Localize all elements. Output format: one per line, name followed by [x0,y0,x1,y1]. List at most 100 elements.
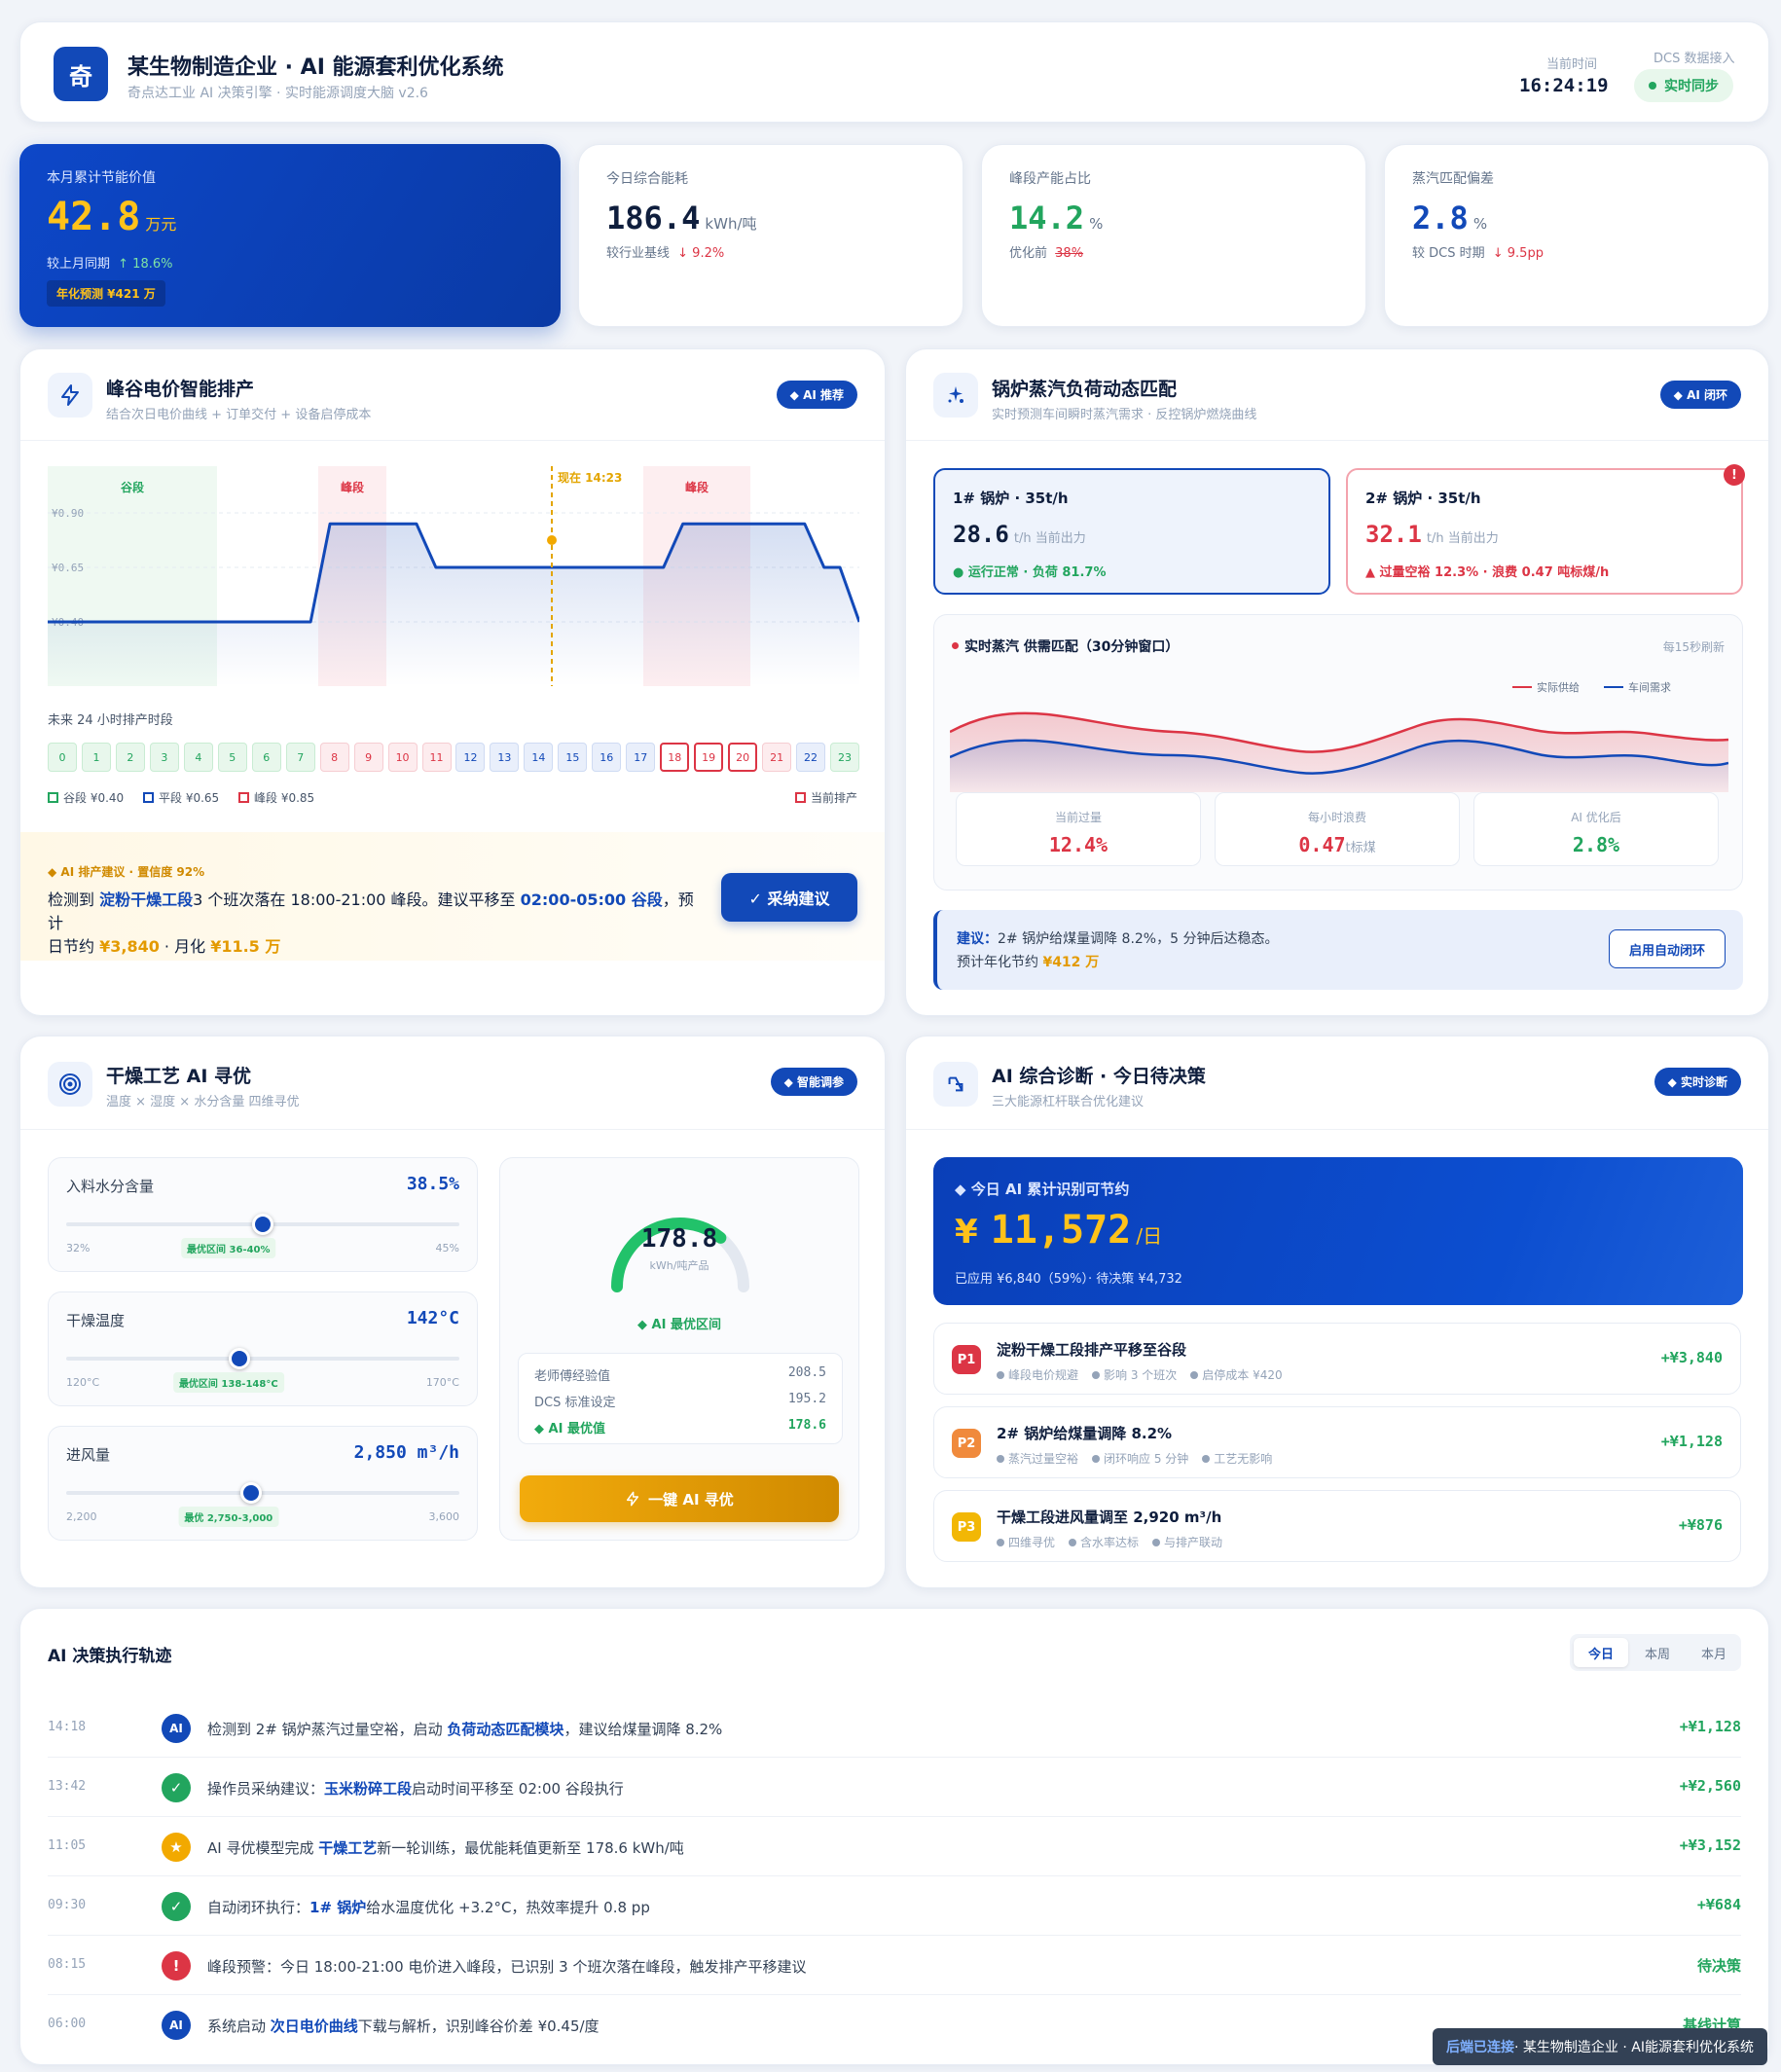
schedule-slot-1[interactable]: 1 [81,743,111,772]
moisture-value: 38.5% [406,1174,459,1194]
timeline-link[interactable]: 1# 锅炉 [309,1899,366,1916]
boiler-1-card[interactable]: 1# 锅炉 · 35t/h 28.6 t/h 当前出力 ● 运行正常 · 负荷 … [933,468,1330,595]
airflow-min: 2,200 [66,1510,97,1523]
boiler-steam-panel: 锅炉蒸汽负荷动态匹配 实时预测车间瞬时蒸汽需求 · 反控锅炉燃烧曲线 ◆ AI … [905,348,1769,1016]
temperature-slider-thumb[interactable] [228,1348,250,1369]
schedule-slot-14[interactable]: 14 [524,743,554,772]
target-icon [48,1062,92,1107]
schedule-slot-18[interactable]: 18 [660,743,690,772]
boiler-2-card[interactable]: 2# 锅炉 · 35t/h 32.1 t/h 当前出力 ▲ 过量空裕 12.3%… [1346,464,1745,595]
decision-amount: +¥3,840 [1660,1349,1723,1366]
schedule-slot-8[interactable]: 8 [319,743,349,772]
timeline-text: 操作员采纳建议：玉米粉碎工段启动时间平移至 02:00 谷段执行 [207,1780,624,1798]
kpi-savings-label: 本月累计节能价值 [47,170,156,186]
timeline-amount: +¥1,128 [1679,1718,1741,1735]
timeline-status-icon: ✓ [162,1773,191,1802]
kpi-steam-unit: % [1472,215,1488,233]
banner-unit: /日 [1136,1224,1163,1248]
timeline-time: 09:30 [48,1898,87,1912]
legend-flat: 平段 ¥0.65 [143,791,219,805]
temperature-value: 142°C [406,1308,459,1328]
gauge-value: 178.8 [640,1224,718,1254]
temperature-min: 120°C [66,1376,100,1389]
airflow-slider-thumb[interactable] [239,1482,262,1504]
schedule-slot-0[interactable]: 0 [48,743,77,772]
airflow-slider[interactable] [66,1482,459,1504]
kpi-annual-forecast-badge: 年化预测 ¥421 万 [47,280,165,307]
tab-month[interactable]: 本月 [1687,1638,1741,1667]
moisture-slider-thumb[interactable] [252,1214,273,1235]
timeline-link[interactable]: 干燥工艺 [318,1839,377,1857]
schedule-slot-20[interactable]: 20 [728,743,758,772]
schedule-slot-23[interactable]: 23 [830,743,859,772]
schedule-slot-2[interactable]: 2 [115,743,145,772]
ai-closed-loop-badge: ◆ AI 闭环 [1659,381,1741,409]
timeline-tabs: 今日 本周 本月 [1570,1634,1741,1671]
tab-week[interactable]: 本周 [1630,1638,1685,1667]
decision-tag: 闭环响应 5 分钟 [1092,1452,1188,1466]
airflow-label: 进风量 [66,1446,111,1464]
now-marker-label: 现在 14:23 [558,470,622,485]
schedule-slot-13[interactable]: 13 [490,743,520,772]
suggestion-head: ◆ AI 排产建议 · 置信度 92% [48,865,205,879]
one-click-optimize-button[interactable]: 一键 AI 寻优 [520,1475,839,1522]
schedule-slot-17[interactable]: 17 [626,743,656,772]
kpi-steam-compare-value: ↓ 9.5pp [1492,246,1544,261]
y-tick-090: ¥0.90 [52,507,84,520]
schedule-slot-6[interactable]: 6 [251,743,281,772]
schedule-slot-9[interactable]: 9 [353,743,383,772]
timeline-link[interactable]: 次日电价曲线 [271,2017,358,2035]
lightning-icon [627,1491,639,1507]
timeline-link[interactable]: 玉米粉碎工段 [324,1780,412,1798]
kpi-peak-compare-value: 38% [1055,246,1084,261]
tab-today[interactable]: 今日 [1574,1638,1628,1667]
steam-legend-supply: 实际供给 [1512,679,1580,695]
decision-card-p2[interactable]: P2 2# 锅炉给煤量调降 8.2% 蒸汽过量空裕 闭环响应 5 分钟 工艺无影响 +¥1… [933,1406,1741,1478]
savings-banner: ◆ 今日 AI 累计识别可节约 ¥ 11,572 /日 已应用 ¥6,840（5… [933,1157,1743,1305]
alert-icon: ! [1724,464,1745,486]
schedule-slot-7[interactable]: 7 [285,743,315,772]
temperature-slider[interactable] [66,1348,459,1369]
kpi-savings-compare-value: ↑ 18.6% [118,257,173,272]
kpi-steam-card: 蒸汽匹配偏差 2.8 % 较 DCS 时期 ↓ 9.5pp [1384,144,1769,327]
connection-status: 后端已连接 [1446,2040,1515,2055]
schedule-slot-22[interactable]: 22 [796,743,826,772]
schedule-slot-3[interactable]: 3 [149,743,179,772]
steam-legend-demand: 车间需求 [1604,679,1671,695]
airflow-max: 3,600 [428,1510,460,1523]
decision-card-p3[interactable]: P3 干燥工段进风量调至 2,920 m³/h 四维寻优 含水率达标 与排产联动 +¥87… [933,1490,1741,1562]
kpi-peak-label: 峰段产能占比 [1009,171,1091,187]
schedule-slot-21[interactable]: 21 [762,743,792,772]
schedule-slot-15[interactable]: 15 [558,743,588,772]
boiler-1-value: 28.6 [953,521,1009,548]
enable-auto-loop-button[interactable]: 启用自动闭环 [1609,929,1726,968]
schedule-slot-11[interactable]: 11 [421,743,452,772]
timeline-time: 11:05 [48,1838,87,1853]
gauge-optimal-label: ◆ AI 最优区间 [637,1318,721,1332]
schedule-slot-10[interactable]: 10 [387,743,418,772]
decision-tag: 峰段电价规避 [997,1368,1078,1382]
kpi-energy-unit: kWh/吨 [705,215,757,233]
schedule-suggestion-box: ◆ AI 排产建议 · 置信度 92% 检测到 淀粉干燥工段3 个班次落在 18… [20,832,885,961]
schedule-slot-4[interactable]: 4 [183,743,213,772]
schedule-slot-5[interactable]: 5 [217,743,247,772]
schedule-slot-19[interactable]: 19 [694,743,724,772]
kpi-energy-value: 186.4 [606,200,701,236]
schedule-slot-16[interactable]: 16 [592,743,622,772]
legend-peak: 峰段 ¥0.85 [238,791,314,805]
decision-card-p1[interactable]: P1 淀粉干燥工段排产平移至谷段 峰段电价规避 影响 3 个班次 启停成本 ¥420 +¥… [933,1323,1741,1395]
peak-zone-label-2: 峰段 [685,480,709,494]
timeline-amount: 待决策 [1696,1957,1741,1975]
priority-badge: P1 [952,1345,981,1374]
steam-chart-refresh: 每15秒刷新 [1662,640,1725,654]
price-legend: 谷段 ¥0.40 平段 ¥0.65 峰段 ¥0.85 [48,789,314,806]
app-subtitle: 奇点达工业 AI 决策引擎 · 实时能源调度大脑 v2.6 [127,86,428,101]
steam-curve-chart [950,711,1728,792]
y-tick-065: ¥0.65 [52,562,84,574]
schedule-slot-12[interactable]: 12 [455,743,486,772]
decision-amount: +¥876 [1678,1516,1723,1534]
compare-row-ai: ◆ AI 最优值 178.6 [534,1418,826,1436]
accept-suggestion-button[interactable]: ✓ 采纳建议 [721,873,857,922]
moisture-slider[interactable] [66,1214,459,1235]
timeline-link[interactable]: 负荷动态匹配模块 [447,1721,563,1738]
